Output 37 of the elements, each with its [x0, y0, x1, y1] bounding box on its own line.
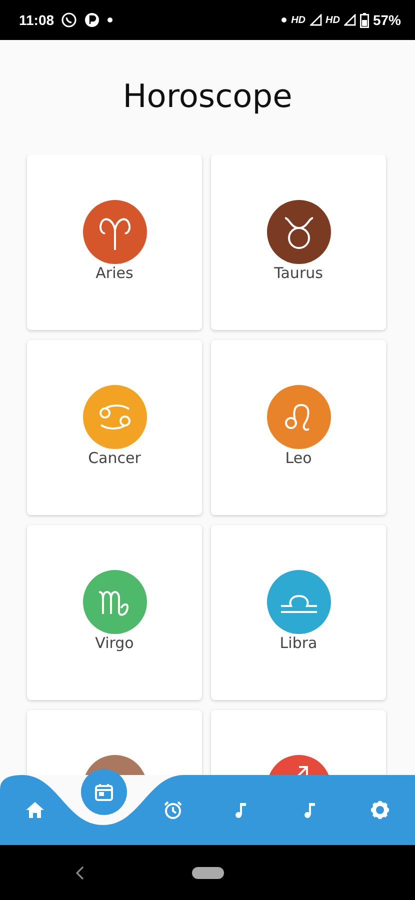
sign-card[interactable]: Aries	[27, 155, 202, 330]
battery-percent: 57%	[372, 12, 401, 28]
nav-button[interactable]	[80, 769, 127, 815]
chat-icon	[61, 12, 78, 28]
cancer-sign-icon	[82, 385, 146, 449]
sign-card[interactable]: Leo	[211, 340, 386, 515]
settings-icon	[370, 800, 390, 820]
back-icon[interactable]	[76, 866, 84, 880]
aries-sign-icon	[82, 200, 146, 264]
sign-card[interactable]: Libra	[211, 525, 386, 700]
taurus-sign-icon	[266, 200, 330, 264]
network-type: HD	[326, 14, 340, 26]
home-icon	[24, 800, 45, 820]
notification-dot-icon	[107, 17, 114, 23]
home-pill[interactable]	[192, 866, 224, 878]
sign-name: Cancer	[88, 449, 141, 467]
sign-name: Aries	[96, 264, 134, 282]
alarm-clock-icon	[162, 800, 183, 820]
sign-card[interactable]: Taurus	[211, 155, 386, 330]
app-icon	[84, 12, 100, 28]
page-title: Horoscope	[122, 76, 292, 117]
calendar-icon	[94, 782, 114, 802]
sign-name: Taurus	[274, 264, 323, 282]
libra-sign-icon	[266, 570, 330, 634]
signal-icon	[344, 14, 356, 26]
clock-time: 11:08	[19, 12, 54, 28]
virgo-sign-icon	[82, 570, 146, 634]
network-type: HD	[291, 14, 306, 26]
battery-icon	[360, 12, 369, 28]
sign-name: Libra	[280, 634, 318, 652]
leo-sign-icon	[266, 385, 330, 449]
sign-card[interactable]: Cancer	[27, 340, 202, 515]
notification-dot-icon	[281, 17, 288, 23]
sign-card[interactable]: Virgo	[27, 525, 202, 700]
sign-name: Leo	[285, 449, 312, 467]
sign-name: Virgo	[95, 634, 134, 652]
signal-icon	[310, 14, 322, 26]
